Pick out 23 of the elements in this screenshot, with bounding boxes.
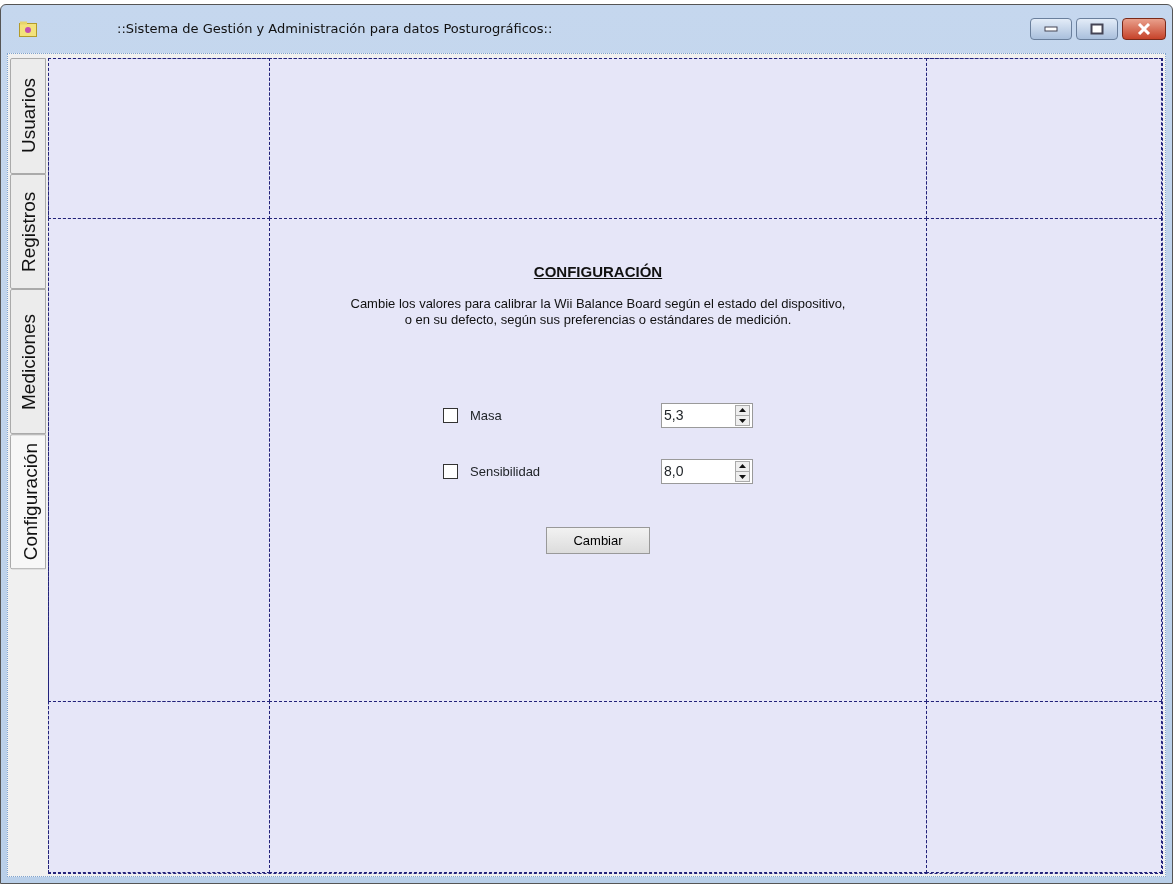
maximize-button[interactable]: [1076, 18, 1118, 40]
tab[interactable]: Usuarios: [10, 58, 46, 174]
checkbox-label: Masa: [470, 406, 503, 425]
app-icon: [19, 21, 37, 37]
maximize-icon: [1090, 23, 1104, 35]
checkbox-label: Sensibilidad: [470, 462, 542, 481]
checkbox[interactable]: [443, 463, 458, 479]
section-heading: CONFIGURACIÓN: [533, 262, 663, 282]
close-button[interactable]: [1122, 18, 1166, 40]
description-text: Cambie los valores para calibrar la Wii Balance Board según el estado del dispositivo, o en su defecto, según sus preferencias o estándares de medición.: [350, 295, 846, 330]
tab[interactable]: Configuración: [10, 434, 46, 570]
spin-arrows-icon[interactable]: [735, 404, 750, 426]
number-spinner[interactable]: 5,3: [661, 402, 753, 428]
tab[interactable]: Mediciones: [10, 289, 46, 434]
window-title: ::Sistema de Gestión y Administración para datos Posturográficos::: [117, 20, 554, 39]
spin-arrows-icon[interactable]: [735, 460, 750, 482]
close-icon: [1137, 23, 1151, 35]
number-spinner[interactable]: 8,0: [661, 458, 753, 484]
tab[interactable]: Registros: [10, 174, 46, 289]
minimize-button[interactable]: [1030, 18, 1072, 40]
minimize-icon: [1044, 26, 1058, 32]
change-button[interactable]: Cambiar: [546, 527, 650, 555]
checkbox[interactable]: [443, 407, 458, 423]
